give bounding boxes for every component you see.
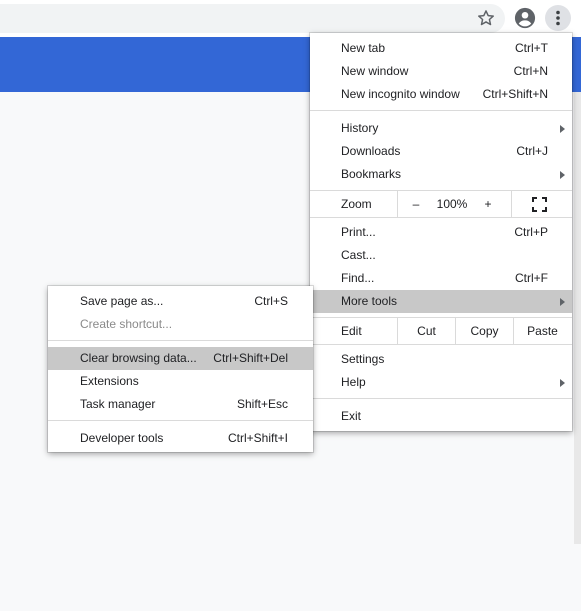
menu-item-bookmarks[interactable]: Bookmarks <box>310 163 572 186</box>
zoom-level-value: 100% <box>436 197 468 211</box>
zoom-row: Zoom – 100% + <box>310 191 572 217</box>
menu-item-print[interactable]: Print... Ctrl+P <box>310 221 572 244</box>
menu-item-more-tools[interactable]: More tools <box>310 290 572 313</box>
menu-item-label: Exit <box>341 409 362 423</box>
zoom-out-button[interactable]: – <box>404 191 428 217</box>
fullscreen-icon[interactable] <box>532 197 547 212</box>
menu-item-label: New window <box>341 64 409 78</box>
menu-item-label: New tab <box>341 41 386 55</box>
account-icon[interactable] <box>514 7 536 29</box>
more-tools-submenu: Save page as... Ctrl+S Create shortcut..… <box>48 286 313 452</box>
menu-item-label: Settings <box>341 352 385 366</box>
menu-item-new-incognito[interactable]: New incognito window Ctrl+Shift+N <box>310 83 572 106</box>
menu-item-shortcut: Ctrl+T <box>515 41 548 55</box>
menu-item-shortcut: Ctrl+Shift+Del <box>213 351 288 365</box>
submenu-item-task-manager[interactable]: Task manager Shift+Esc <box>48 393 313 416</box>
menu-item-label: Extensions <box>80 374 139 388</box>
submenu-arrow-icon <box>560 125 565 133</box>
submenu-item-save-page[interactable]: Save page as... Ctrl+S <box>48 290 313 313</box>
edit-row: Edit Cut Copy Paste <box>310 318 572 344</box>
menu-separator <box>48 420 313 421</box>
menu-item-shortcut: Ctrl+F <box>515 271 548 285</box>
menu-item-label: Help <box>341 375 366 389</box>
menu-item-shortcut: Ctrl+S <box>254 294 288 308</box>
submenu-item-developer-tools[interactable]: Developer tools Ctrl+Shift+I <box>48 427 313 450</box>
scrollbar[interactable] <box>574 92 581 544</box>
edit-label: Edit <box>341 324 362 338</box>
menu-item-downloads[interactable]: Downloads Ctrl+J <box>310 140 572 163</box>
zoom-in-button[interactable]: + <box>476 191 500 217</box>
submenu-item-create-shortcut[interactable]: Create shortcut... <box>48 313 313 336</box>
menu-item-shortcut: Ctrl+P <box>514 225 548 239</box>
menu-item-label: History <box>341 121 379 135</box>
paste-button[interactable]: Paste <box>514 318 571 344</box>
menu-item-exit[interactable]: Exit <box>310 405 572 428</box>
menu-separator <box>310 344 572 345</box>
menu-item-shortcut: Ctrl+Shift+N <box>482 87 548 101</box>
cut-button[interactable]: Cut <box>398 318 455 344</box>
browser-toolbar <box>0 0 581 37</box>
menu-item-label: Developer tools <box>80 431 164 445</box>
star-icon[interactable] <box>475 8 497 28</box>
kebab-menu-icon[interactable] <box>545 5 571 31</box>
menu-item-settings[interactable]: Settings <box>310 348 572 371</box>
menu-item-shortcut: Shift+Esc <box>236 397 288 411</box>
menu-separator <box>310 217 572 218</box>
address-bar[interactable] <box>0 4 505 33</box>
menu-item-cast[interactable]: Cast... <box>310 244 572 267</box>
menu-separator <box>310 398 572 399</box>
menu-item-new-window[interactable]: New window Ctrl+N <box>310 60 572 83</box>
zoom-divider <box>511 191 512 217</box>
copy-button[interactable]: Copy <box>456 318 513 344</box>
menu-item-label: New incognito window <box>341 87 460 101</box>
submenu-item-clear-browsing-data[interactable]: Clear browsing data... Ctrl+Shift+Del <box>48 347 313 370</box>
submenu-arrow-icon <box>560 298 565 306</box>
menu-item-find[interactable]: Find... Ctrl+F <box>310 267 572 290</box>
menu-item-label: Find... <box>341 271 375 285</box>
menu-item-shortcut: Ctrl+N <box>513 64 548 78</box>
menu-item-label: Create shortcut... <box>80 317 173 331</box>
menu-item-label: Task manager <box>80 397 156 411</box>
submenu-arrow-icon <box>560 171 565 179</box>
menu-item-label: Save page as... <box>80 294 164 308</box>
chrome-main-menu: New tab Ctrl+T New window Ctrl+N New inc… <box>310 33 572 431</box>
zoom-label: Zoom <box>341 197 372 211</box>
submenu-item-extensions[interactable]: Extensions <box>48 370 313 393</box>
menu-item-label: More tools <box>341 294 398 308</box>
menu-item-history[interactable]: History <box>310 117 572 140</box>
menu-item-new-tab[interactable]: New tab Ctrl+T <box>310 37 572 60</box>
zoom-divider <box>397 191 398 217</box>
menu-separator <box>48 340 313 341</box>
menu-item-label: Bookmarks <box>341 167 402 181</box>
menu-item-label: Print... <box>341 225 376 239</box>
menu-item-shortcut: Ctrl+J <box>516 144 548 158</box>
menu-item-label: Cast... <box>341 248 376 262</box>
submenu-arrow-icon <box>560 379 565 387</box>
menu-separator <box>310 110 572 111</box>
menu-item-label: Downloads <box>341 144 401 158</box>
menu-item-shortcut: Ctrl+Shift+I <box>227 431 288 445</box>
menu-item-help[interactable]: Help <box>310 371 572 394</box>
menu-item-label: Clear browsing data... <box>80 351 197 365</box>
